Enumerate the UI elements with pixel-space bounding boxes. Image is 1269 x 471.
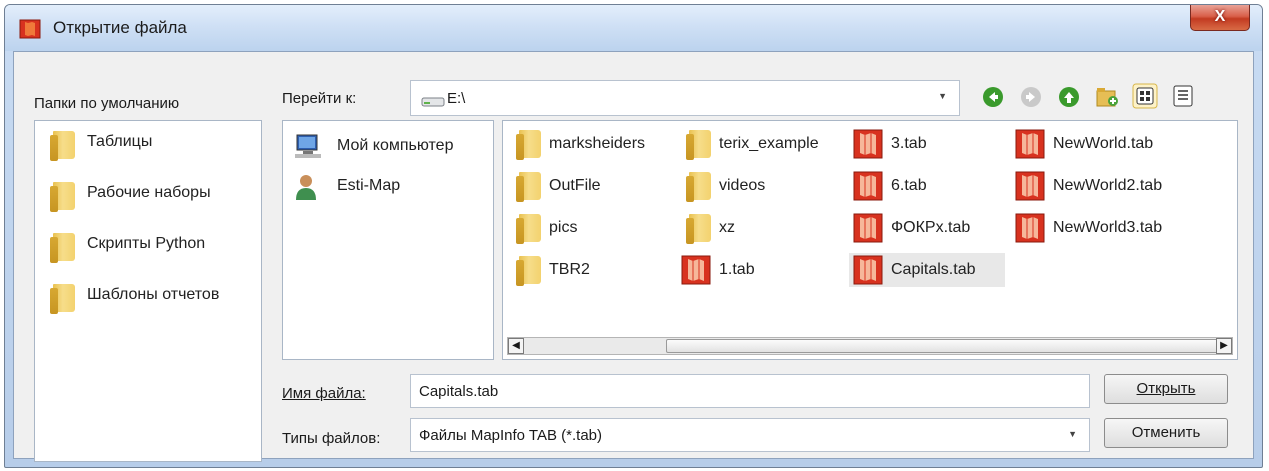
scroll-thumb[interactable] xyxy=(666,339,1222,353)
user-icon xyxy=(293,173,319,205)
file-item-label: terix_example xyxy=(719,135,819,152)
place-item-label: Мой компьютер xyxy=(337,137,454,154)
mapinfo-table-icon xyxy=(853,213,883,243)
scroll-right-icon[interactable]: ▶ xyxy=(1216,338,1232,354)
folder-icon xyxy=(50,233,75,263)
title-bar: Открытие файла X xyxy=(5,5,1262,51)
folder-item[interactable]: pics xyxy=(507,211,673,245)
tab-file-item[interactable]: 1.tab xyxy=(677,253,843,287)
folder-item[interactable]: videos xyxy=(677,169,843,203)
folder-icon xyxy=(516,130,541,160)
tab-file-item[interactable]: NewWorld2.tab xyxy=(1011,169,1211,203)
computer-icon xyxy=(293,133,323,163)
sidebar-item-3[interactable]: Шаблоны отчетов xyxy=(41,280,255,314)
files-panel: ◀ ▶ marksheiders OutFile pics TBR2 terix_exa… xyxy=(502,120,1238,360)
file-item-label: TBR2 xyxy=(549,261,590,278)
tab-file-item[interactable]: NewWorld3.tab xyxy=(1011,211,1211,245)
tab-file-item[interactable]: Capitals.tab xyxy=(849,253,1005,287)
folder-item[interactable]: terix_example xyxy=(677,127,843,161)
file-item-label: videos xyxy=(719,177,766,194)
mapinfo-table-icon xyxy=(1015,213,1045,243)
sidebar-item-label: Таблицы xyxy=(87,133,153,150)
places-panel: Мой компьютер Esti-Map xyxy=(282,120,494,360)
tab-file-item[interactable]: ФОКРх.tab xyxy=(849,211,1005,245)
file-item-label: Capitals.tab xyxy=(891,261,976,278)
mapinfo-table-icon xyxy=(1015,129,1045,159)
goto-label: Перейти к: xyxy=(282,90,357,107)
file-item-label: xz xyxy=(719,219,735,236)
dialog-body: Папки по умолчанию Таблицы Рабочие наборы… xyxy=(13,51,1254,462)
folder-icon xyxy=(686,172,711,202)
place-item-1[interactable]: Esti-Map xyxy=(289,169,487,203)
file-item-label: marksheiders xyxy=(549,135,646,152)
new-folder-icon[interactable] xyxy=(1094,83,1120,109)
file-item-label: ФОКРх.tab xyxy=(891,219,971,236)
place-item-label: Esti-Map xyxy=(337,177,401,194)
open-button[interactable]: Открыть xyxy=(1104,374,1228,404)
sidebar-item-2[interactable]: Скрипты Python xyxy=(41,229,255,263)
file-item-label: pics xyxy=(549,219,578,236)
sidebar-item-label: Шаблоны отчетов xyxy=(87,286,220,303)
path-combobox[interactable]: E:\ ▼ xyxy=(410,80,960,116)
sidebar-item-0[interactable]: Таблицы xyxy=(41,127,255,161)
window-title: Открытие файла xyxy=(53,18,187,37)
icon-view-icon[interactable] xyxy=(1132,83,1158,109)
file-item-label: NewWorld2.tab xyxy=(1053,177,1163,194)
list-view-icon[interactable] xyxy=(1170,83,1196,109)
place-item-0[interactable]: Мой компьютер xyxy=(289,129,487,163)
drive-icon xyxy=(421,97,445,107)
up-arrow-icon[interactable] xyxy=(1056,84,1082,110)
folder-icon xyxy=(516,214,541,244)
mapinfo-table-icon xyxy=(1015,171,1045,201)
mapinfo-app-icon xyxy=(19,19,41,39)
scroll-left-icon[interactable]: ◀ xyxy=(508,338,524,354)
filetype-dropdown-icon[interactable]: ▼ xyxy=(1068,429,1077,439)
folder-icon xyxy=(686,130,711,160)
default-folders-heading: Папки по умолчанию xyxy=(34,95,180,112)
sidebar-item-label: Скрипты Python xyxy=(87,235,206,252)
open-button-label: Открыть xyxy=(1136,380,1196,397)
folder-icon xyxy=(50,284,75,314)
filetype-value: Файлы MapInfo TAB (*.tab) xyxy=(419,427,602,444)
filetype-select[interactable]: Файлы MapInfo TAB (*.tab) ▼ xyxy=(410,418,1090,452)
back-arrow-icon[interactable] xyxy=(980,84,1006,110)
sidebar-item-1[interactable]: Рабочие наборы xyxy=(41,178,255,212)
folder-item[interactable]: xz xyxy=(677,211,843,245)
cancel-button-label: Отменить xyxy=(1131,424,1201,441)
tab-file-item[interactable]: NewWorld.tab xyxy=(1011,127,1211,161)
folder-icon xyxy=(50,131,75,161)
path-value: E:\ xyxy=(447,90,466,107)
file-item-label: 1.tab xyxy=(719,261,755,278)
mapinfo-table-icon xyxy=(853,129,883,159)
folder-item[interactable]: TBR2 xyxy=(507,253,673,287)
filename-input[interactable]: Capitals.tab xyxy=(410,374,1090,408)
horizontal-scrollbar[interactable]: ◀ ▶ xyxy=(507,337,1233,355)
path-dropdown-icon[interactable]: ▼ xyxy=(938,91,947,101)
open-file-dialog: Открытие файла X Папки по умолчанию Табл… xyxy=(4,4,1263,468)
forward-arrow-icon[interactable] xyxy=(1018,84,1044,110)
folder-item[interactable]: OutFile xyxy=(507,169,673,203)
tab-file-item[interactable]: 3.tab xyxy=(849,127,1005,161)
folder-icon xyxy=(50,182,75,212)
file-item-label: NewWorld.tab xyxy=(1053,135,1154,152)
file-item-label: NewWorld3.tab xyxy=(1053,219,1163,236)
file-item-label: 6.tab xyxy=(891,177,927,194)
folder-icon xyxy=(516,256,541,286)
filename-value: Capitals.tab xyxy=(419,383,499,400)
filename-label: Имя файла: xyxy=(282,385,366,402)
sidebar-item-label: Рабочие наборы xyxy=(87,184,211,201)
folder-icon xyxy=(686,214,711,244)
cancel-button[interactable]: Отменить xyxy=(1104,418,1228,448)
mapinfo-table-icon xyxy=(853,171,883,201)
folder-icon xyxy=(516,172,541,202)
default-folders-panel: Таблицы Рабочие наборы Скрипты Python Шабло… xyxy=(34,120,262,462)
folder-item[interactable]: marksheiders xyxy=(507,127,673,161)
mapinfo-table-icon xyxy=(681,255,711,285)
filetype-label: Типы файлов: xyxy=(282,430,381,447)
tab-file-item[interactable]: 6.tab xyxy=(849,169,1005,203)
mapinfo-table-icon xyxy=(853,255,883,285)
file-item-label: 3.tab xyxy=(891,135,927,152)
close-button[interactable]: X xyxy=(1190,5,1250,31)
file-item-label: OutFile xyxy=(549,177,601,194)
